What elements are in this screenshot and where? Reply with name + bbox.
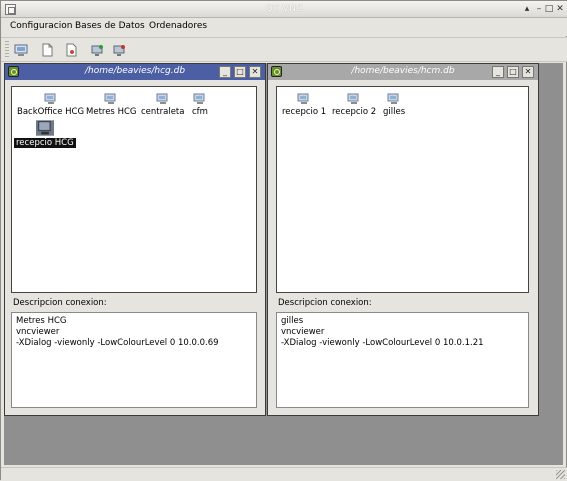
database-window-hcg: /home/beavies/hcg.db _ □ ✕ BackOffice HC… xyxy=(4,63,266,416)
mdi-workspace: /home/beavies/hcg.db _ □ ✕ BackOffice HC… xyxy=(4,63,563,465)
host-icon-view[interactable]: recepcio 1 recepcio 2 gilles xyxy=(276,86,529,293)
description-line: Metres HCG xyxy=(16,316,67,326)
close-button[interactable]: ✕ xyxy=(249,66,261,78)
computer-icon xyxy=(35,120,54,136)
subwindow-title-bar[interactable]: /home/beavies/hcg.db _ □ ✕ xyxy=(5,64,265,80)
window-title: QT VNC xyxy=(265,4,304,14)
host-item-selected[interactable]: recepcio HCG xyxy=(14,120,76,148)
add-computer-icon[interactable] xyxy=(90,43,104,57)
description-text-area[interactable]: gilles vncviewer -XDialog -viewonly -Low… xyxy=(276,312,529,408)
toolbar xyxy=(1,37,567,62)
host-item[interactable]: recepcio 1 xyxy=(282,93,326,117)
description-line: vncviewer xyxy=(281,327,325,337)
status-bar xyxy=(1,467,567,481)
close-button[interactable]: ✕ xyxy=(522,66,534,78)
computer-icon xyxy=(44,93,56,104)
close-icon[interactable]: ✕ xyxy=(554,3,566,15)
computer-icon xyxy=(347,93,359,104)
menu-ordenadores[interactable]: Ordenadores xyxy=(149,21,207,31)
minimize-button[interactable]: _ xyxy=(219,66,231,78)
menu-configuracion[interactable]: Configuracion xyxy=(10,21,72,31)
computer-icon xyxy=(156,93,168,104)
menu-bar: Configuracion Bases de Datos Ordenadores xyxy=(1,18,567,36)
new-document-icon[interactable] xyxy=(40,43,54,57)
computer-icon xyxy=(387,93,399,104)
computer-icon xyxy=(297,93,309,104)
computer-icon xyxy=(193,93,205,104)
host-item[interactable]: centraleta xyxy=(141,93,184,117)
host-item[interactable]: cfm xyxy=(192,93,208,117)
menu-arrow-icon[interactable]: ▴ xyxy=(521,3,533,15)
description-line: -XDialog -viewonly -LowColourLevel 0 10.… xyxy=(16,338,219,348)
description-line: -XDialog -viewonly -LowColourLevel 0 10.… xyxy=(281,338,484,348)
host-item[interactable]: gilles xyxy=(383,93,405,117)
menu-bases-de-datos[interactable]: Bases de Datos xyxy=(75,21,145,31)
host-icon-view[interactable]: BackOffice HCG Metres HCG centraleta cfm… xyxy=(11,86,257,293)
maximize-button[interactable]: □ xyxy=(234,66,246,78)
connect-icon[interactable] xyxy=(14,43,28,57)
computer-icon xyxy=(104,93,116,104)
description-line: vncviewer xyxy=(16,327,60,337)
app-window: QT VNC ▴ – □ ✕ Configuracion Bases de Da… xyxy=(0,0,567,481)
title-bar[interactable]: QT VNC ▴ – □ ✕ xyxy=(1,1,567,18)
host-item[interactable]: Metres HCG xyxy=(86,93,136,117)
database-window-hcm: /home/beavies/hcm.db _ □ ✕ recepcio 1 re… xyxy=(267,63,539,416)
toolbar-grip[interactable] xyxy=(5,41,9,59)
description-line: gilles xyxy=(281,316,304,326)
maximize-button[interactable]: □ xyxy=(507,66,519,78)
subwindow-title-bar[interactable]: /home/beavies/hcm.db _ □ ✕ xyxy=(268,64,538,80)
remove-computer-icon[interactable] xyxy=(112,43,126,57)
edit-document-icon[interactable] xyxy=(64,43,78,57)
description-text-area[interactable]: Metres HCG vncviewer -XDialog -viewonly … xyxy=(11,312,257,408)
resize-grip-icon[interactable] xyxy=(556,470,565,479)
description-label: Descripcion conexion: xyxy=(13,298,107,308)
description-label: Descripcion conexion: xyxy=(278,298,372,308)
minimize-button[interactable]: _ xyxy=(492,66,504,78)
host-item[interactable]: BackOffice HCG xyxy=(17,93,84,117)
host-item[interactable]: recepcio 2 xyxy=(332,93,376,117)
